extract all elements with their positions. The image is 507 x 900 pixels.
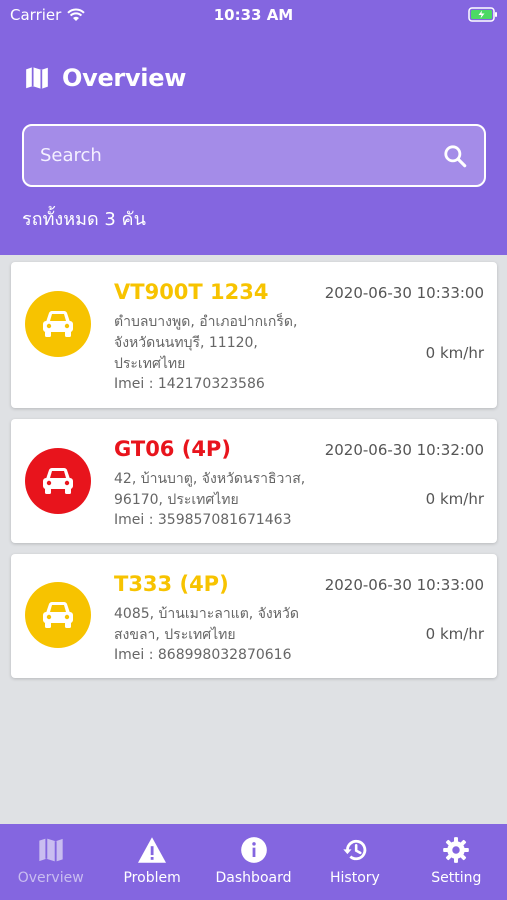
vehicle-card[interactable]: GT06 (4P) 2020-06-30 10:32:00 42, บ้านบา… (11, 419, 497, 543)
map-icon (39, 838, 63, 862)
header: Carrier 10:33 AM Overview Search รถทั้งห… (0, 0, 507, 255)
car-icon (43, 602, 73, 628)
vehicle-name: T333 (4P) (114, 572, 229, 596)
car-icon (43, 468, 73, 494)
vehicle-imei: Imei : 359857081671463 (114, 512, 292, 528)
vehicle-address: 42, บ้านบาตู, จังหวัดนราธิวาส, 96170, ปร… (114, 471, 306, 508)
page-title: Overview (62, 64, 187, 92)
vehicle-imei: Imei : 868998032870616 (114, 647, 292, 663)
vehicle-speed: 0 km/hr (425, 490, 484, 508)
tab-label: Dashboard (215, 870, 292, 886)
vehicle-timestamp: 2020-06-30 10:32:00 (324, 441, 484, 459)
vehicle-timestamp: 2020-06-30 10:33:00 (324, 576, 484, 594)
vehicle-address: 4085, บ้านเมาะลาแต, จังหวัด สงขลา, ประเท… (114, 606, 299, 643)
vehicle-status-avatar (25, 582, 91, 648)
vehicle-status-avatar (25, 291, 91, 357)
vehicle-timestamp: 2020-06-30 10:33:00 (324, 284, 484, 302)
vehicle-speed: 0 km/hr (425, 344, 484, 362)
vehicle-list: VT900T 1234 2020-06-30 10:33:00 ตำบลบางพ… (11, 262, 497, 689)
vehicle-name: GT06 (4P) (114, 437, 231, 461)
search-input[interactable] (40, 145, 442, 166)
history-icon (343, 839, 367, 861)
status-bar: Carrier 10:33 AM (0, 0, 507, 30)
vehicle-speed: 0 km/hr (425, 625, 484, 643)
tab-problem[interactable]: Problem (101, 824, 202, 900)
search-icon[interactable] (442, 143, 468, 169)
vehicle-count: รถทั้งหมด 3 คัน (22, 209, 146, 230)
tab-setting[interactable]: Setting (406, 824, 507, 900)
vehicle-name: VT900T 1234 (114, 280, 269, 304)
tab-overview[interactable]: Overview (0, 824, 101, 900)
tab-label: Overview (17, 870, 84, 886)
vehicle-card[interactable]: T333 (4P) 2020-06-30 10:33:00 4085, บ้าน… (11, 554, 497, 678)
car-icon (43, 311, 73, 337)
tab-dashboard[interactable]: Dashboard (203, 824, 304, 900)
gear-icon (443, 837, 470, 863)
search-box[interactable] (22, 124, 486, 187)
info-icon (240, 837, 267, 863)
warning-icon (138, 837, 167, 863)
map-icon (26, 67, 48, 89)
tab-label: History (330, 870, 380, 886)
vehicle-imei: Imei : 142170323586 (114, 376, 265, 392)
title-row: Overview (24, 64, 186, 92)
vehicle-card[interactable]: VT900T 1234 2020-06-30 10:33:00 ตำบลบางพ… (11, 262, 497, 408)
tab-bar: Overview Problem Dashboard History Setti… (0, 824, 507, 900)
vehicle-address: ตำบลบางพูด, อำเภอปากเกร็ด, จังหวัดนนทบุร… (114, 314, 298, 372)
vehicle-status-avatar (25, 448, 91, 514)
tab-history[interactable]: History (304, 824, 405, 900)
battery-icon (468, 7, 497, 22)
tab-label: Problem (123, 870, 181, 886)
tab-label: Setting (431, 870, 482, 886)
status-time: 10:33 AM (213, 6, 294, 24)
